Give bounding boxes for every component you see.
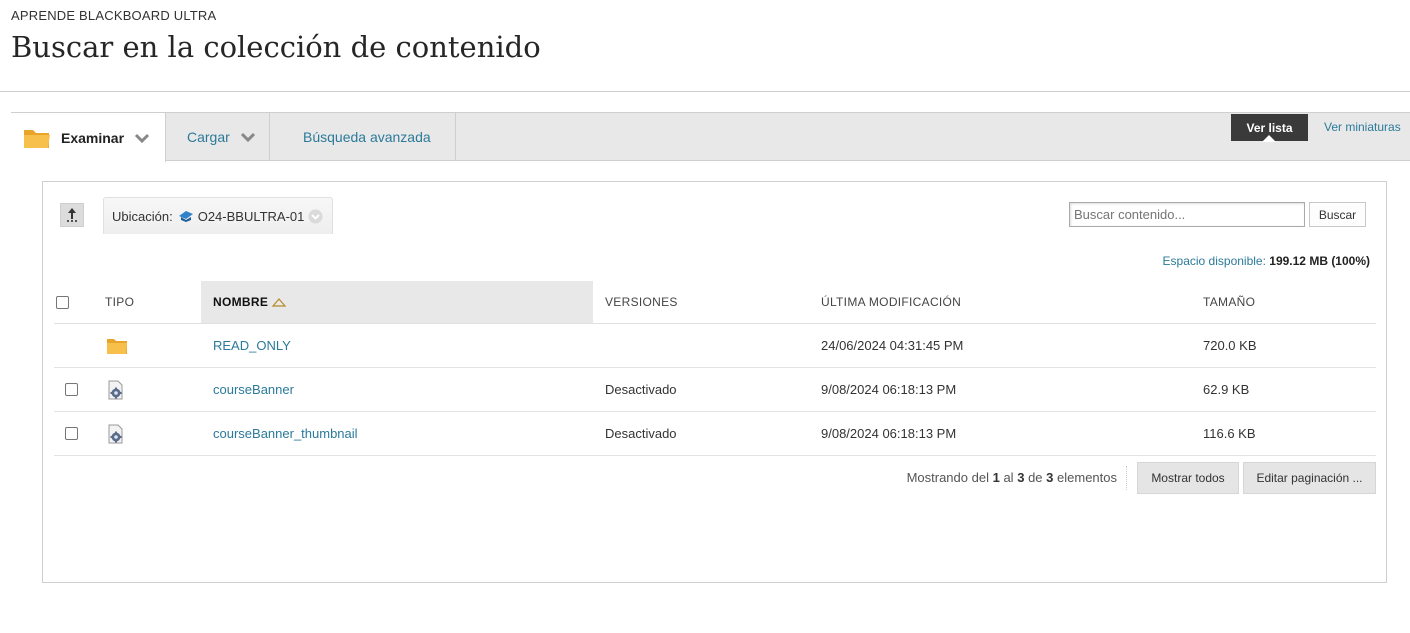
item-name-link[interactable]: READ_ONLY (213, 324, 291, 367)
pager-total: 3 (1046, 470, 1054, 485)
item-size: 720.0 KB (1203, 338, 1257, 353)
row-checkbox-cell (65, 368, 78, 411)
available-space: Espacio disponible: 199.12 MB (100%) (1163, 254, 1370, 268)
pager-suffix: elementos (1057, 470, 1117, 485)
tab-busqueda-label: Búsqueda avanzada (303, 128, 431, 145)
item-versions: Desactivado (605, 382, 677, 397)
item-name-link[interactable]: courseBanner_thumbnail (213, 412, 358, 455)
table-row: courseBanner Desactivado 9/08/2024 06:18… (54, 368, 1376, 412)
up-arrow-icon (67, 208, 77, 222)
pager-to-word: al (1003, 470, 1014, 485)
pagination-bar: Mostrando del 1 al 3 de 3 elementos Most… (0, 462, 1410, 494)
sort-ascending-icon (271, 298, 287, 307)
item-name-link[interactable]: courseBanner (213, 368, 294, 411)
select-all-checkbox[interactable] (56, 295, 69, 309)
page-title: Buscar en la colección de contenido (11, 30, 541, 64)
file-settings-icon (106, 368, 126, 411)
row-checkbox[interactable] (65, 383, 78, 396)
pager-of-word: de (1028, 470, 1043, 485)
col-ultima-modificacion[interactable]: ÚLTIMA MODIFICACIÓN (821, 281, 961, 323)
tab-busqueda-avanzada[interactable]: Búsqueda avanzada (270, 112, 456, 161)
item-modified: 9/08/2024 06:18:13 PM (821, 382, 957, 397)
search-input[interactable] (1069, 202, 1305, 227)
item-modified: 24/06/2024 04:31:45 PM (821, 338, 964, 353)
col-tamano[interactable]: TAMAÑO (1203, 281, 1255, 323)
pager-to: 3 (1017, 470, 1025, 485)
file-settings-icon (106, 412, 126, 455)
available-space-label: Espacio disponible: (1162, 254, 1266, 268)
location-label: Ubicación: (112, 208, 173, 224)
up-folder-button[interactable] (60, 203, 84, 227)
action-tabbar: Examinar Cargar Búsqueda avanzada (11, 112, 1410, 162)
course-icon (178, 211, 193, 222)
edit-paging-button[interactable]: Editar paginación ... (1243, 462, 1376, 494)
select-all-cell (56, 281, 69, 323)
table-row: READ_ONLY 24/06/2024 04:31:45 PM 720.0 K… (54, 324, 1376, 368)
folder-icon (24, 129, 50, 148)
title-divider (0, 91, 1410, 92)
tab-cargar[interactable]: Cargar (166, 112, 270, 161)
search-button[interactable]: Buscar (1309, 202, 1366, 227)
pager-from: 1 (992, 470, 1000, 485)
col-tipo[interactable]: TIPO (105, 281, 134, 323)
item-size: 116.6 KB (1203, 426, 1256, 441)
item-size: 62.9 KB (1203, 382, 1250, 397)
location-selector[interactable]: Ubicación: O24-BBULTRA-01 (103, 197, 333, 234)
tab-examinar[interactable]: Examinar (11, 112, 166, 162)
row-checkbox-cell (65, 412, 78, 455)
show-all-button[interactable]: Mostrar todos (1137, 462, 1239, 494)
pagination-summary: Mostrando del 1 al 3 de 3 elementos (907, 470, 1117, 485)
col-nombre-label: NOMBRE (213, 295, 269, 309)
ver-lista-caret (1262, 135, 1276, 142)
chevron-down-circle-icon (308, 209, 323, 223)
breadcrumb: APRENDE BLACKBOARD ULTRA (11, 8, 217, 23)
item-modified: 9/08/2024 06:18:13 PM (821, 426, 957, 441)
tab-examinar-label: Examinar (61, 129, 125, 146)
folder-icon (106, 324, 128, 367)
col-versiones[interactable]: VERSIONES (605, 281, 678, 323)
location-value: O24-BBULTRA-01 (197, 208, 305, 224)
chevron-down-icon (134, 133, 150, 143)
ver-miniaturas-link[interactable]: Ver miniaturas (1324, 120, 1401, 134)
table-header: TIPO NOMBRE VERSIONES ÚLTIMA MODIFICACIÓ… (54, 281, 1376, 324)
table-row: courseBanner_thumbnail Desactivado 9/08/… (54, 412, 1376, 456)
col-nombre[interactable]: NOMBRE (201, 281, 593, 323)
tab-cargar-label: Cargar (187, 128, 230, 145)
chevron-down-icon (240, 132, 255, 142)
item-versions: Desactivado (605, 426, 677, 441)
row-checkbox[interactable] (65, 427, 78, 440)
available-space-value: 199.12 MB (100%) (1269, 254, 1370, 268)
pager-separator (1126, 466, 1127, 490)
pager-prefix: Mostrando del (906, 470, 989, 485)
